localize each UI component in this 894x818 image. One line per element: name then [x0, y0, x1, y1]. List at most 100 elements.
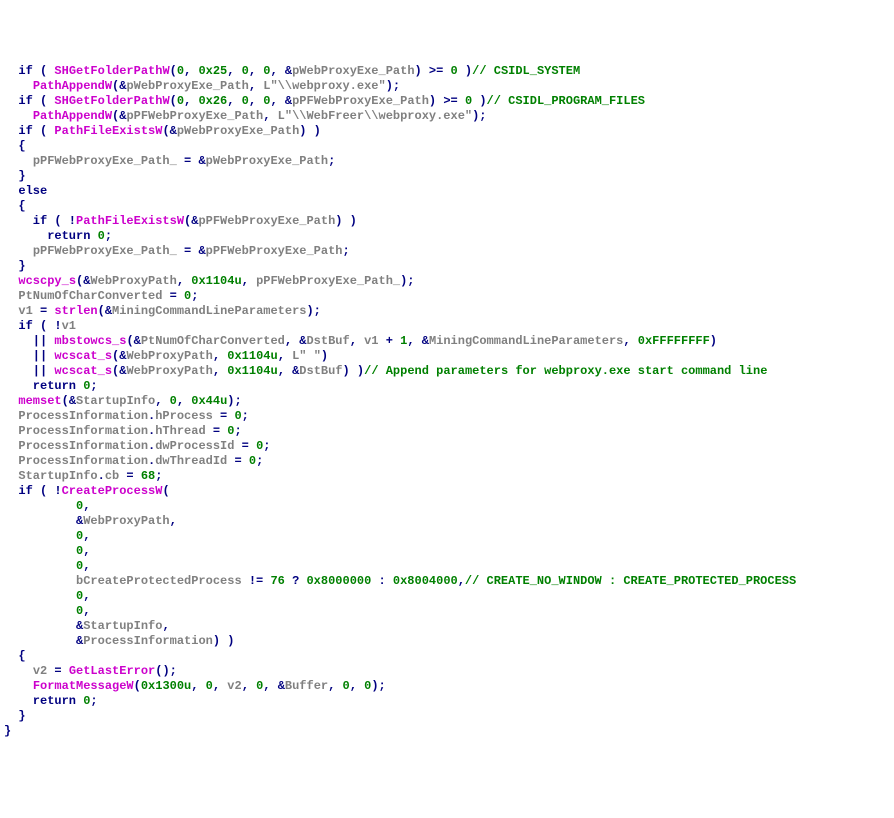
- token-var: pWebProxyExe_Path: [126, 79, 248, 93]
- token-var: StartupInfo: [18, 469, 97, 483]
- token-num: 0x25: [198, 64, 227, 78]
- code-line[interactable]: || wcscat_s(&WebProxyPath, 0x1104u, &Dst…: [4, 364, 890, 379]
- token-kw: = &: [177, 244, 206, 258]
- code-line[interactable]: v2 = GetLastError();: [4, 664, 890, 679]
- code-line[interactable]: return 0;: [4, 229, 890, 244]
- code-line[interactable]: }: [4, 724, 890, 739]
- code-line[interactable]: }: [4, 709, 890, 724]
- token-var: MiningCommandLineParameters: [429, 334, 623, 348]
- code-line[interactable]: 0,: [4, 529, 890, 544]
- token-kw: [4, 499, 76, 513]
- code-line[interactable]: {: [4, 649, 890, 664]
- token-kw: return: [4, 694, 83, 708]
- token-kw: ,: [249, 79, 263, 93]
- code-line[interactable]: &ProcessInformation) ): [4, 634, 890, 649]
- token-var: StartupInfo: [83, 619, 162, 633]
- token-num: 0x1104u: [191, 274, 241, 288]
- token-kw: ): [472, 94, 486, 108]
- code-line[interactable]: ProcessInformation.hThread = 0;: [4, 424, 890, 439]
- token-kw: ) ): [335, 214, 357, 228]
- code-line[interactable]: wcscpy_s(&WebProxyPath, 0x1104u, pPFWebP…: [4, 274, 890, 289]
- code-line[interactable]: if ( SHGetFolderPathW(0, 0x25, 0, 0, &pW…: [4, 64, 890, 79]
- code-line[interactable]: FormatMessageW(0x1300u, 0, v2, 0, &Buffe…: [4, 679, 890, 694]
- token-num: 0: [343, 679, 350, 693]
- code-line[interactable]: return 0;: [4, 694, 890, 709]
- token-var: pPFWebProxyExe_Path: [206, 244, 343, 258]
- code-line[interactable]: if ( !PathFileExistsW(&pPFWebProxyExe_Pa…: [4, 214, 890, 229]
- code-line[interactable]: ProcessInformation.hProcess = 0;: [4, 409, 890, 424]
- token-kw: (&: [112, 349, 126, 363]
- token-kw: ;: [155, 469, 162, 483]
- token-kw: ,: [184, 64, 198, 78]
- code-line[interactable]: PtNumOfCharConverted = 0;: [4, 289, 890, 304]
- token-var: pPFWebProxyExe_Path_: [33, 244, 177, 258]
- code-line[interactable]: PathAppendW(&pWebProxyExe_Path, L"\\webp…: [4, 79, 890, 94]
- code-line[interactable]: || mbstowcs_s(&PtNumOfCharConverted, &Ds…: [4, 334, 890, 349]
- token-var: pPFWebProxyExe_Path: [292, 94, 429, 108]
- token-kw: ,: [350, 334, 364, 348]
- code-line[interactable]: &StartupInfo,: [4, 619, 890, 634]
- code-line[interactable]: pPFWebProxyExe_Path_ = &pPFWebProxyExe_P…: [4, 244, 890, 259]
- token-var: WebProxyPath: [83, 514, 169, 528]
- code-line[interactable]: else: [4, 184, 890, 199]
- token-var: v1: [18, 304, 32, 318]
- token-kw: &: [4, 619, 83, 633]
- token-kw: =: [213, 409, 235, 423]
- token-kw: ,: [184, 94, 198, 108]
- decompiled-code-block[interactable]: if ( SHGetFolderPathW(0, 0x25, 0, 0, &pW…: [4, 64, 890, 739]
- token-var: pPFWebProxyExe_Path: [198, 214, 335, 228]
- token-kw: if ( !: [4, 484, 62, 498]
- token-kw: ,: [83, 544, 90, 558]
- code-line[interactable]: StartupInfo.cb = 68;: [4, 469, 890, 484]
- code-line[interactable]: }: [4, 259, 890, 274]
- token-fn: wcscat_s: [54, 349, 112, 363]
- code-line[interactable]: if ( PathFileExistsW(&pWebProxyExe_Path)…: [4, 124, 890, 139]
- token-num: 0: [242, 94, 249, 108]
- code-line[interactable]: return 0;: [4, 379, 890, 394]
- token-kw: ||: [4, 349, 54, 363]
- token-kw: [4, 559, 76, 573]
- token-kw: ,: [83, 529, 90, 543]
- token-var: ProcessInformation: [83, 634, 213, 648]
- code-line[interactable]: if ( SHGetFolderPathW(0, 0x26, 0, 0, &pP…: [4, 94, 890, 109]
- token-kw: +: [379, 334, 401, 348]
- token-num: 68: [141, 469, 155, 483]
- code-line[interactable]: 0,: [4, 559, 890, 574]
- token-kw: ||: [4, 334, 54, 348]
- token-kw: (: [170, 94, 177, 108]
- code-line[interactable]: if ( !v1: [4, 319, 890, 334]
- code-line[interactable]: v1 = strlen(&MiningCommandLineParameters…: [4, 304, 890, 319]
- token-var: WebProxyPath: [126, 349, 212, 363]
- token-num: 0: [206, 679, 213, 693]
- code-line[interactable]: || wcscat_s(&WebProxyPath, 0x1104u, L" "…: [4, 349, 890, 364]
- token-kw: [4, 529, 76, 543]
- code-line[interactable]: bCreateProtectedProcess != 76 ? 0x800000…: [4, 574, 890, 589]
- code-line[interactable]: memset(&StartupInfo, 0, 0x44u);: [4, 394, 890, 409]
- code-line[interactable]: 0,: [4, 544, 890, 559]
- token-var: cb: [105, 469, 119, 483]
- code-line[interactable]: 0,: [4, 604, 890, 619]
- token-kw: if (: [4, 64, 54, 78]
- token-cmt: // CREATE_NO_WINDOW : CREATE_PROTECTED_P…: [465, 574, 796, 588]
- code-line[interactable]: ProcessInformation.dwProcessId = 0;: [4, 439, 890, 454]
- code-line[interactable]: if ( !CreateProcessW(: [4, 484, 890, 499]
- token-num: 0x1300u: [141, 679, 191, 693]
- token-kw: ;: [191, 289, 198, 303]
- token-kw: ): [458, 64, 472, 78]
- code-line[interactable]: }: [4, 169, 890, 184]
- token-num: 76: [270, 574, 284, 588]
- token-kw: [4, 469, 18, 483]
- token-kw: (&: [112, 364, 126, 378]
- code-line[interactable]: pPFWebProxyExe_Path_ = &pWebProxyExe_Pat…: [4, 154, 890, 169]
- code-line[interactable]: {: [4, 139, 890, 154]
- token-kw: [4, 424, 18, 438]
- token-kw: ,: [83, 499, 90, 513]
- token-kw: [4, 454, 18, 468]
- code-line[interactable]: 0,: [4, 499, 890, 514]
- code-line[interactable]: {: [4, 199, 890, 214]
- code-line[interactable]: 0,: [4, 589, 890, 604]
- code-line[interactable]: ProcessInformation.dwThreadId = 0;: [4, 454, 890, 469]
- token-kw: (&: [76, 274, 90, 288]
- code-line[interactable]: PathAppendW(&pPFWebProxyExe_Path, L"\\We…: [4, 109, 890, 124]
- code-line[interactable]: &WebProxyPath,: [4, 514, 890, 529]
